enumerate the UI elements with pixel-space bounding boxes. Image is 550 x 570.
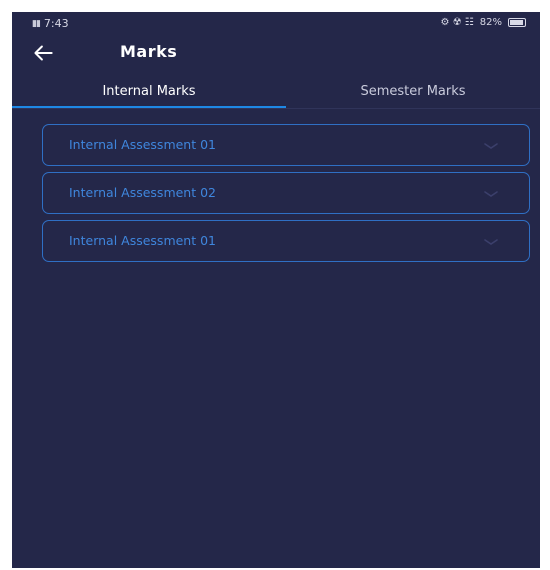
tab-semester-marks[interactable]: Semester Marks [286, 74, 540, 108]
battery-percent: 82% [479, 17, 502, 28]
status-bar: ▮▮ 7:43 ⚙ ☢ ☷ 82% [12, 12, 540, 36]
tab-internal-marks-label: Internal Marks [102, 83, 196, 99]
tab-semester-marks-label: Semester Marks [360, 83, 466, 99]
chevron-down-icon [484, 191, 498, 197]
assessment-list: Internal Assessment 01 Internal Assessme… [42, 124, 530, 268]
assessment-accordion-1[interactable]: Internal Assessment 01 [42, 124, 530, 166]
status-left: ▮▮ 7:43 [32, 17, 69, 30]
chevron-down-icon [484, 143, 498, 149]
chevron-down-icon [484, 239, 498, 245]
tab-bar: Internal Marks Semester Marks [12, 74, 540, 109]
assessment-label: Internal Assessment 01 [69, 137, 217, 152]
assessment-accordion-2[interactable]: Internal Assessment 02 [42, 172, 530, 214]
assessment-label: Internal Assessment 01 [69, 233, 217, 248]
assessment-accordion-3[interactable]: Internal Assessment 01 [42, 220, 530, 262]
tabs-divider [12, 108, 540, 109]
assessment-label: Internal Assessment 02 [69, 185, 217, 200]
network-indicators: ⚙ ☢ ☷ [440, 17, 474, 28]
app-bar: Marks [12, 36, 540, 74]
back-arrow-icon[interactable] [30, 40, 56, 66]
status-time: 7:43 [43, 17, 69, 30]
tab-internal-marks[interactable]: Internal Marks [12, 74, 286, 108]
signal-icon: ▮▮ [32, 18, 41, 29]
battery-icon [508, 18, 526, 27]
app-screen: ▮▮ 7:43 ⚙ ☢ ☷ 82% Marks Internal Marks S… [12, 12, 540, 568]
page-title: Marks [120, 42, 178, 61]
status-right: ⚙ ☢ ☷ 82% [440, 17, 526, 28]
